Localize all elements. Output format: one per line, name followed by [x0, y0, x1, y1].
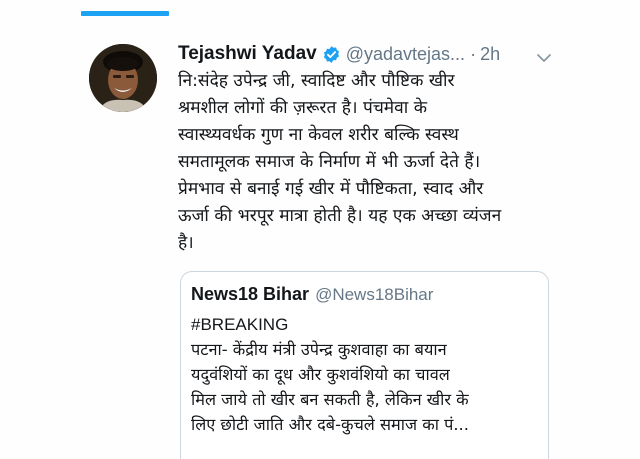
quoted-text-line: लिए छोटी जाति और दबे-कुचले समाज का पं... [191, 415, 469, 434]
quoted-text-line: पटना- केंद्रीय मंत्री उपेन्द्र कुशवाहा क… [191, 340, 447, 359]
verified-badge-icon [322, 45, 341, 64]
tweet-text-line: नि:संदेह उपेन्द्र जी, स्वादिष्ट और पौष्ट… [178, 71, 455, 91]
quoted-text-line: मिल जाये तो खीर बन सकती है, लेकिन खीर के [191, 390, 469, 409]
tweet-text-line: ऊर्जा की भरपूर मात्रा होती है। यह एक अच्… [178, 206, 502, 226]
tweet-text-line: श्रमशील लोगों की ज़रूरत है। पंचमेवा के [178, 98, 427, 118]
tweet-text-line: समतामूलक समाज के निर्माण में भी ऊर्जा दे… [178, 152, 481, 172]
tweet-timestamp[interactable]: 2h [480, 44, 500, 65]
chevron-down-icon[interactable] [536, 49, 552, 62]
tweet-screenshot: Tejashwi Yadav @yadavtejas... · 2h नि:सं… [0, 0, 640, 459]
quoted-hashtag: #BREAKING [191, 315, 289, 334]
user-avatar[interactable] [89, 44, 157, 112]
tweet-text: नि:संदेह उपेन्द्र जी, स्वादिष्ट और पौष्ट… [178, 68, 568, 257]
active-tab-indicator [81, 11, 169, 16]
quoted-tweet-text: #BREAKING पटना- केंद्रीय मंत्री उपेन्द्र… [191, 312, 541, 437]
author-display-name[interactable]: Tejashwi Yadav [178, 43, 317, 65]
header-separator: · [470, 43, 477, 64]
quoted-text-line: यदुवंशियों का दूध और कुशवंशियो का चावल [191, 365, 450, 384]
tweet-text-line: प्रेमभाव से बनाई गई खीर में पौष्टिकता, स… [178, 179, 484, 199]
tweet-text-line: स्वास्थ्यवर्धक गुण ना केवल शरीर बल्कि स्… [178, 125, 459, 145]
quoted-author-handle: @News18Bihar [315, 284, 434, 304]
author-handle[interactable]: @yadavtejas... [346, 44, 465, 65]
quoted-tweet-header: News18 Bihar @News18Bihar [191, 284, 433, 305]
tweet-text-line: है। [178, 233, 194, 253]
quoted-author-name: News18 Bihar [191, 284, 310, 304]
tweet-header: Tejashwi Yadav @yadavtejas... · 2h [178, 40, 500, 68]
quoted-tweet-card[interactable]: News18 Bihar @News18Bihar #BREAKING पटना… [180, 271, 549, 459]
